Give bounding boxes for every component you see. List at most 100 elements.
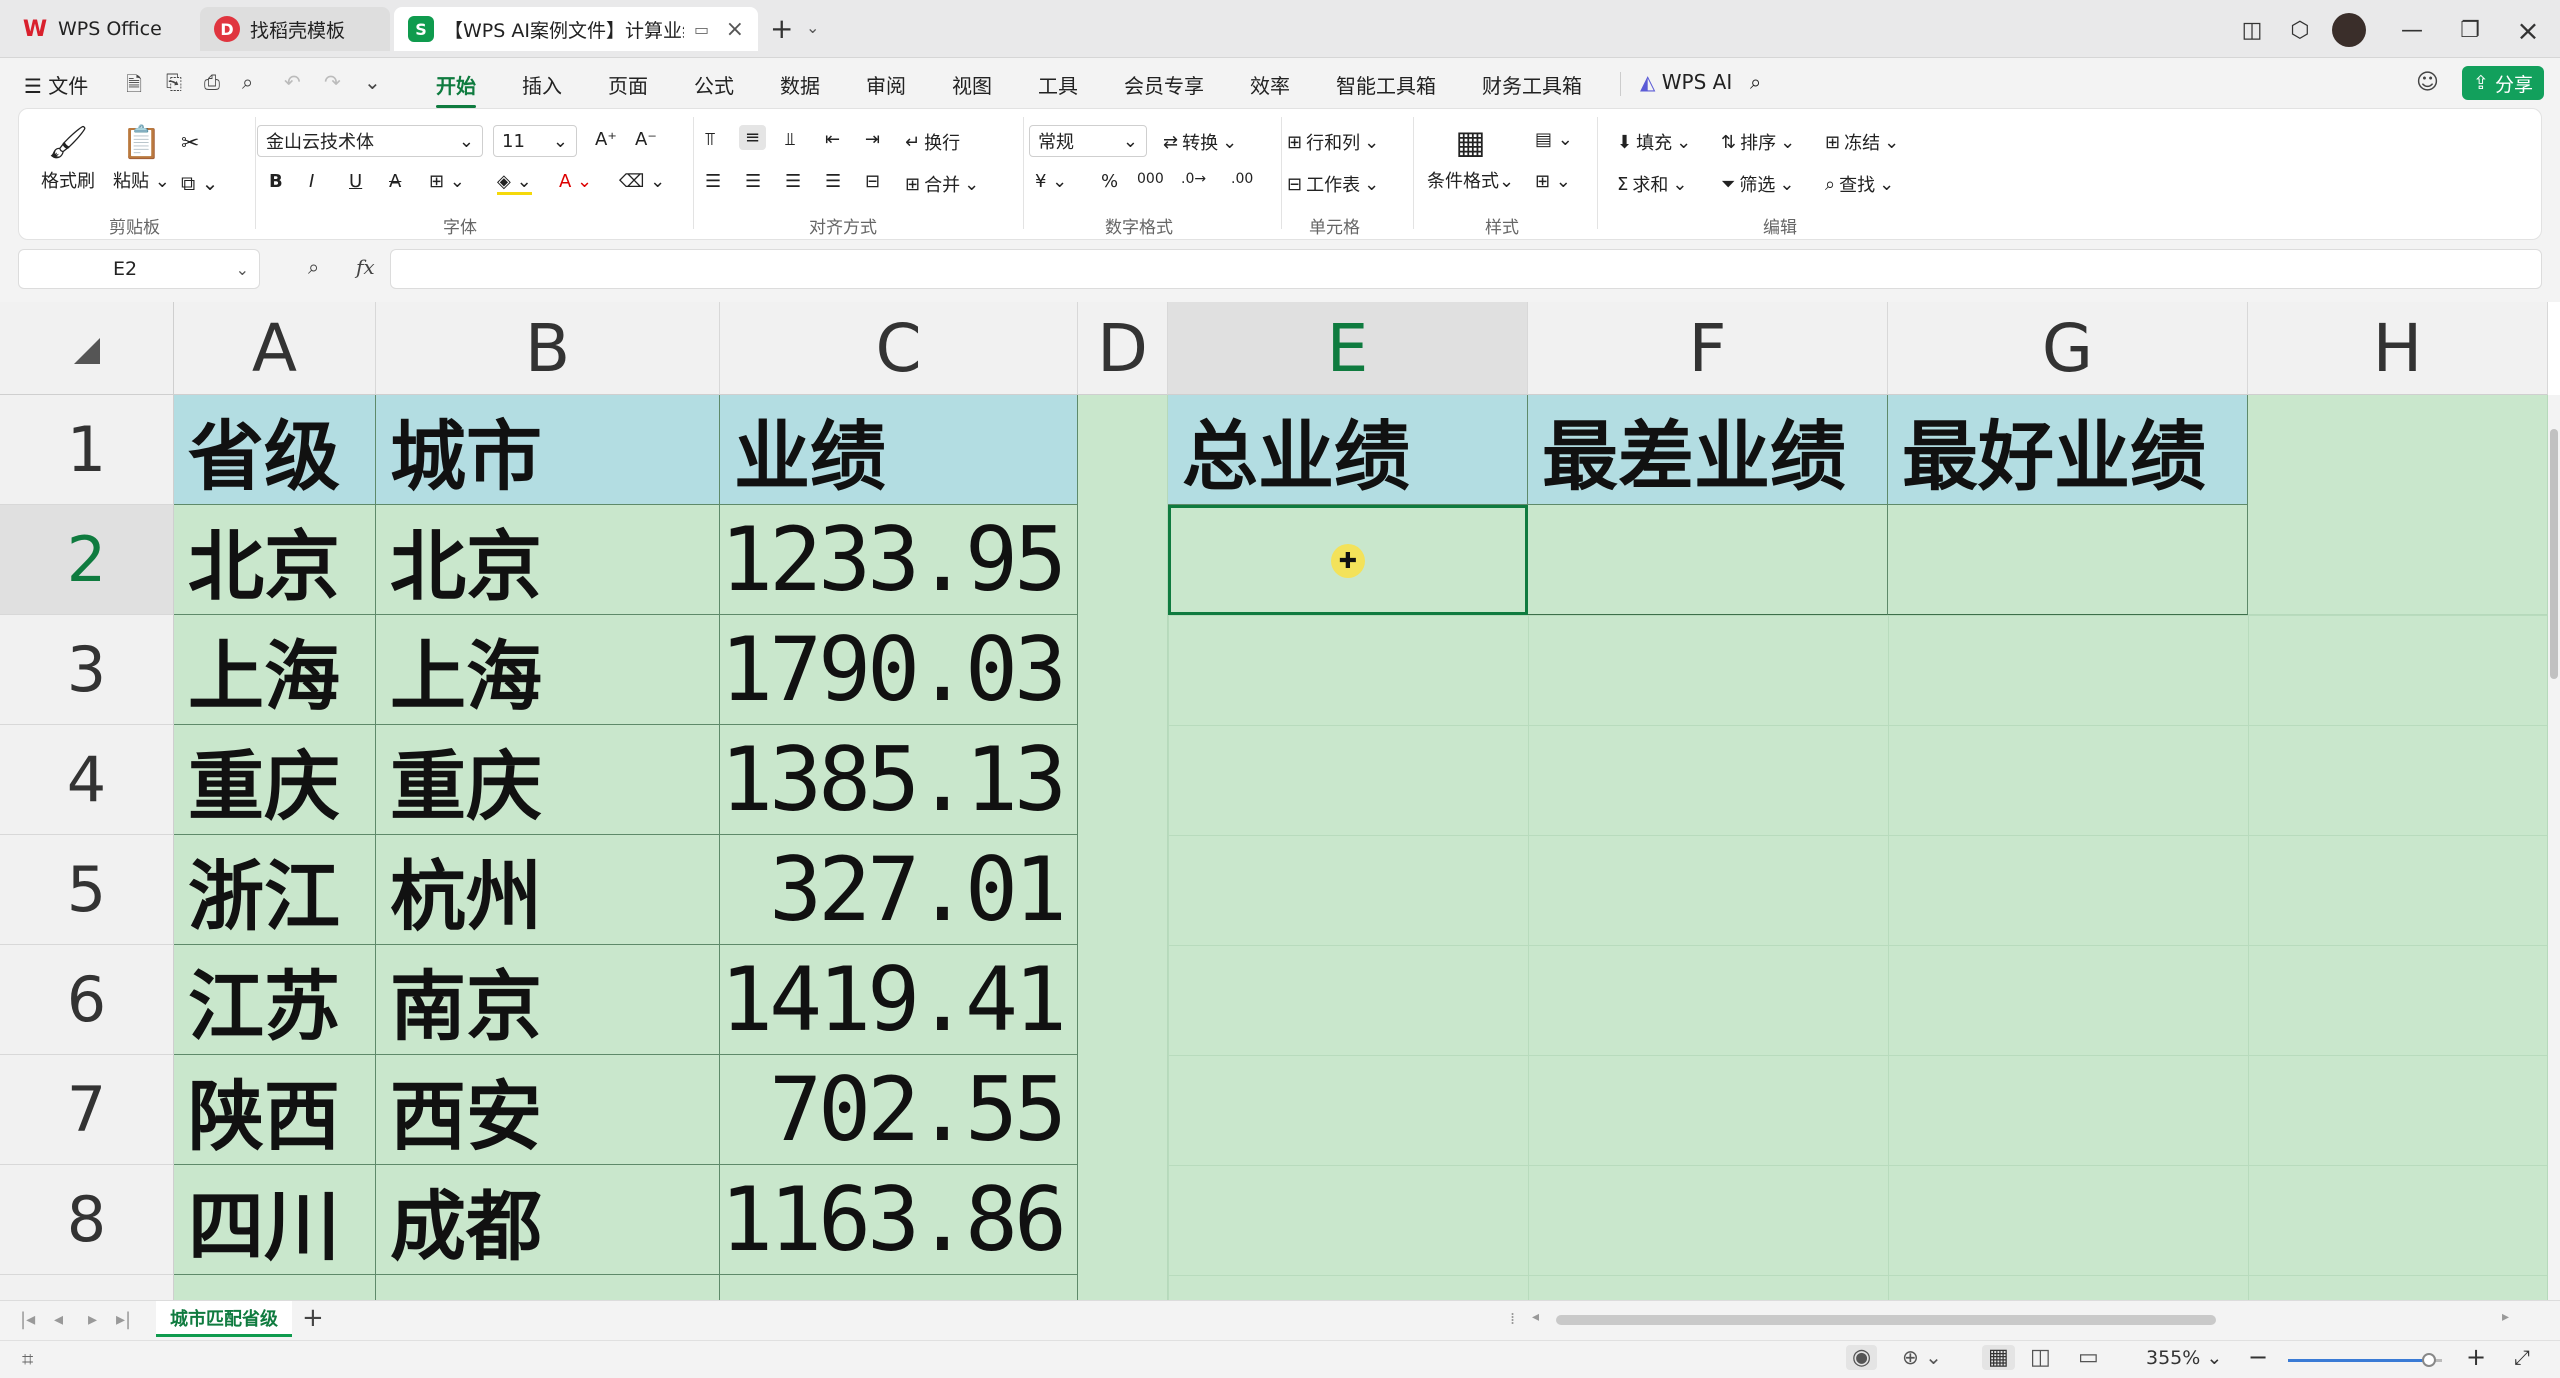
first-sheet-icon[interactable]: |◂ [20,1309,35,1330]
layout-icon[interactable]: ◫ [2236,14,2268,46]
align-right-icon[interactable]: ☰ [785,171,801,192]
tab-list-chevron-icon[interactable]: ⌄ [806,18,819,37]
merge-button[interactable]: ⊞ 合并 ⌄ [905,171,979,197]
menu-review[interactable]: 审阅 [866,70,906,99]
italic-icon[interactable]: I [309,171,314,192]
row-header-8[interactable]: 8 [0,1165,174,1275]
fullscreen-icon[interactable]: ⤢ [2514,1345,2530,1369]
cell-b7[interactable]: 西安 [376,1055,720,1165]
cell-b1[interactable]: 城市 [376,395,720,505]
column-header-e[interactable]: E [1168,302,1528,395]
row-header-5[interactable]: 5 [0,835,174,945]
eye-protect-icon[interactable]: ◉ [1846,1345,1878,1370]
last-sheet-icon[interactable]: ▸| [116,1309,131,1330]
select-all-corner[interactable] [0,302,174,395]
cell-c3[interactable]: 1790.03 [720,615,1078,725]
share-file-icon[interactable]: ⎘ [166,70,182,94]
cell-e1[interactable]: 总业绩 [1168,395,1528,505]
currency-icon[interactable]: ¥ ⌄ [1035,171,1067,192]
underline-icon[interactable]: U [349,171,362,192]
prev-sheet-icon[interactable]: ◂ [54,1309,63,1330]
menu-smart-toolbox[interactable]: 智能工具箱 [1336,70,1436,99]
cell-b5[interactable]: 杭州 [376,835,720,945]
cell-g2[interactable] [1888,505,2248,615]
minimize-icon[interactable]: — [2396,14,2428,46]
font-size-select[interactable]: 11 ⌄ [493,125,577,157]
scroll-right-icon[interactable]: ▸ [2502,1309,2509,1325]
strikethrough-icon[interactable]: A [389,171,401,192]
decrease-font-icon[interactable]: A⁻ [635,129,657,150]
column-header-b[interactable]: B [376,302,720,395]
focus-mode-icon[interactable]: ⊕ ⌄ [1902,1345,1942,1369]
cell-c2[interactable]: 1233.95 [720,505,1078,615]
save-icon[interactable]: 🗎 [126,70,142,104]
convert-button[interactable]: ⇄ 转换 ⌄ [1163,129,1237,155]
undo-icon[interactable]: ↶ [284,70,301,94]
cell-style-icon[interactable]: ▤ ⌄ [1535,129,1573,150]
cell-c8[interactable]: 1163.86 [720,1165,1078,1275]
row-header-9[interactable] [0,1275,174,1300]
cell-b2[interactable]: 北京 [376,505,720,615]
page-layout-view-icon[interactable]: ▭ [2078,1345,2099,1370]
fill-color-icon[interactable]: ◈ ⌄ [497,171,532,195]
cell-c9[interactable]: … [720,1275,1078,1300]
restore-icon[interactable]: ❐ [2454,14,2486,46]
worksheet-button[interactable]: ⊟ 工作表 ⌄ [1287,171,1379,197]
menu-efficiency[interactable]: 效率 [1250,70,1290,99]
column-d-cells[interactable] [1078,395,1168,1300]
cell-a1[interactable]: 省级 [174,395,376,505]
avatar[interactable] [2332,13,2366,47]
cell-a4[interactable]: 重庆 [174,725,376,835]
zoom-out-icon[interactable]: − [2248,1343,2268,1371]
print-preview-icon[interactable]: ⌕ [242,70,253,94]
font-family-select[interactable]: 金山云技术体 ⌄ [257,125,483,157]
cell-b9[interactable]: … [376,1275,720,1300]
tab-active-document[interactable]: S 【WPS AI案例文件】计算业绩 ▭ × [394,7,758,51]
cell-c5[interactable]: 327.01 [720,835,1078,945]
column-header-f[interactable]: F [1528,302,1888,395]
freeze-button[interactable]: ⊞ 冻结 ⌄ [1825,129,1899,155]
sheet-tab-active[interactable]: 城市匹配省级 [156,1301,292,1337]
next-sheet-icon[interactable]: ▸ [88,1309,97,1330]
sum-button[interactable]: Σ 求和 ⌄ [1617,171,1687,197]
cell-a7[interactable]: 陕西 [174,1055,376,1165]
indent-increase-icon[interactable]: ⇥ [865,129,880,150]
align-middle-icon[interactable]: ≡ [739,125,767,150]
cell-b6[interactable]: 南京 [376,945,720,1055]
cell-c7[interactable]: 702.55 [720,1055,1078,1165]
cell-c1[interactable]: 业绩 [720,395,1078,505]
redo-icon[interactable]: ↷ [324,70,341,94]
empty-cells-area[interactable] [1168,615,2548,1300]
fx-icon[interactable]: fx [356,255,375,279]
column-header-g[interactable]: G [1888,302,2248,395]
zoom-in-icon[interactable]: + [2466,1343,2486,1371]
paste-button[interactable]: 📋 粘贴 ⌄ [113,123,170,193]
more-chevron-icon[interactable]: ⌄ [364,70,381,94]
cell-e2-selected[interactable]: ✚ [1168,505,1528,615]
menu-view[interactable]: 视图 [952,70,992,99]
spreadsheet-grid[interactable]: A B C D E F G H 1 2 3 4 5 6 7 8 省级 城市 业绩… [0,302,2560,1300]
cell-a9[interactable]: … [174,1275,376,1300]
justify-icon[interactable]: ☰ [825,171,841,192]
row-header-4[interactable]: 4 [0,725,174,835]
cell-a2[interactable]: 北京 [174,505,376,615]
name-box[interactable]: E2 ⌄ [18,249,260,289]
conditional-format-button[interactable]: ▦ 条件格式⌄ [1427,123,1514,193]
cell-a8[interactable]: 四川 [174,1165,376,1275]
menu-insert[interactable]: 插入 [522,70,562,99]
column-h-cells[interactable] [2248,395,2548,615]
row-header-6[interactable]: 6 [0,945,174,1055]
menu-tools[interactable]: 工具 [1038,70,1078,99]
border-icon[interactable]: ⊞ ⌄ [429,171,465,192]
column-header-d[interactable]: D [1078,302,1168,395]
decrease-decimal-icon[interactable]: .00 [1231,171,1253,187]
zoom-slider-handle[interactable] [2422,1353,2436,1367]
cell-a3[interactable]: 上海 [174,615,376,725]
menu-finance-toolbox[interactable]: 财务工具箱 [1482,70,1582,99]
cell-g1[interactable]: 最好业绩 [1888,395,2248,505]
cell-a6[interactable]: 江苏 [174,945,376,1055]
find-button[interactable]: ⌕ 查找 ⌄ [1825,171,1894,197]
fill-button[interactable]: ⬇ 填充 ⌄ [1617,129,1691,155]
cell-b4[interactable]: 重庆 [376,725,720,835]
thousands-icon[interactable]: 000 [1137,171,1164,187]
